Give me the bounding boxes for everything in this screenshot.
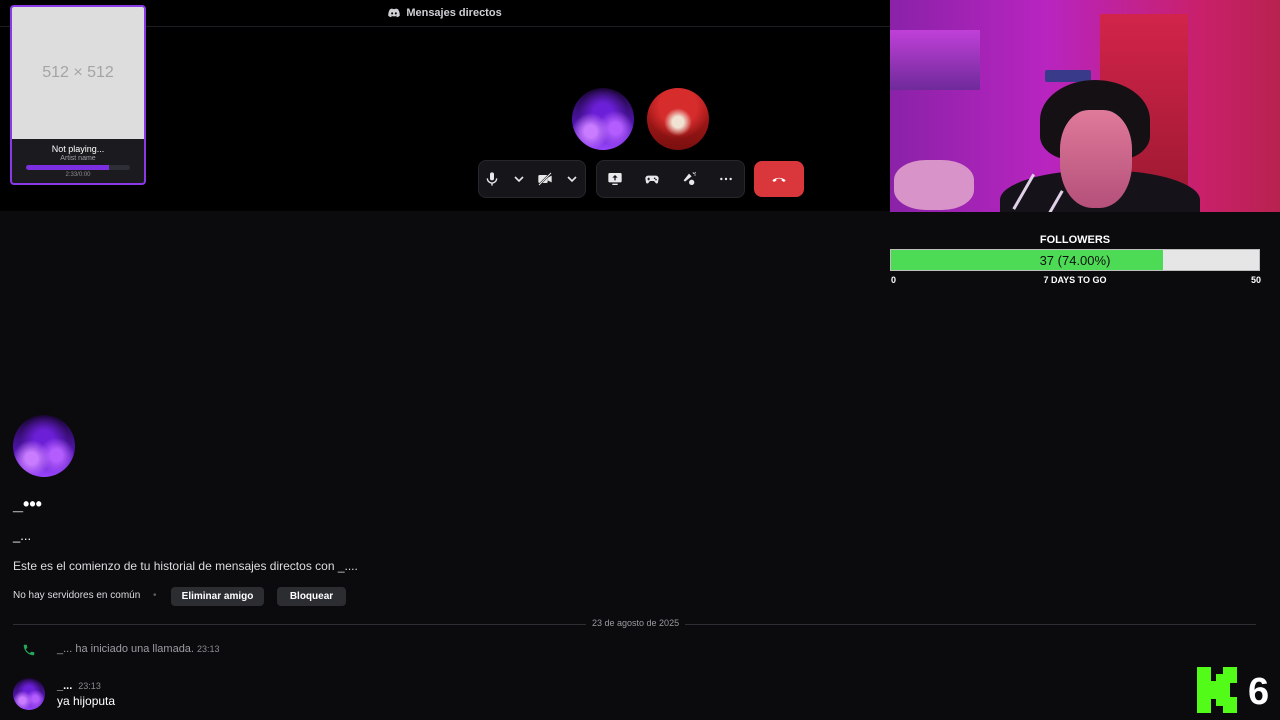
camera-off-icon — [538, 172, 552, 186]
soundboard-icon — [683, 171, 696, 185]
webcam-person-face — [1060, 110, 1132, 208]
message-header: _... 23:13 — [57, 680, 101, 692]
caret-down-icon — [567, 176, 577, 183]
phone-icon — [23, 644, 35, 656]
track-progress-fill — [26, 165, 110, 170]
track-title: Not playing... — [51, 144, 105, 154]
dm-display-name: _••• — [13, 494, 42, 514]
dm-header-title: Mensajes directos — [406, 7, 502, 19]
hangup-icon — [772, 177, 786, 182]
date-divider-label: 23 de agosto de 2025 — [586, 618, 686, 628]
activity-gamepad-icon — [645, 175, 659, 184]
microphone-button[interactable] — [479, 166, 505, 192]
dm-username: _... — [13, 528, 32, 543]
soundboard-button[interactable] — [676, 166, 702, 192]
hangup-button[interactable] — [754, 161, 804, 197]
followers-goal-bar: 37 (74.00%) — [890, 249, 1260, 271]
screen-share-icon — [608, 173, 623, 185]
dm-user-avatar[interactable] — [13, 415, 75, 477]
activities-button[interactable] — [639, 166, 665, 192]
more-icon — [719, 177, 732, 181]
followers-goal-max: 50 — [1250, 275, 1261, 285]
audio-video-controls — [478, 160, 586, 198]
kick-viewer-count: 6 — [1248, 671, 1270, 713]
mutual-servers-text: No hay servidores en común — [13, 590, 141, 601]
caret-down-icon — [514, 176, 524, 183]
message-timestamp: 23:13 — [78, 681, 101, 691]
camera-button[interactable] — [532, 166, 558, 192]
call-started-message: _... ha iniciado una llamada. 23:13 — [57, 643, 220, 655]
more-options-button[interactable] — [713, 166, 739, 192]
separator-dot: • — [153, 590, 157, 601]
remove-friend-button[interactable]: Eliminar amigo — [171, 587, 264, 606]
microphone-icon — [486, 172, 498, 186]
now-playing-widget: 512 × 512 Not playing... Artist name 2:3… — [10, 5, 146, 185]
album-cover-placeholder: 512 × 512 — [12, 7, 144, 139]
artist-name: Artist name — [60, 155, 96, 162]
message-text: ya hijoputa — [57, 694, 116, 708]
followers-goal-count: 37 (74.00%) — [1039, 252, 1111, 268]
call-started-text: _... ha iniciado una llamada. — [57, 643, 194, 655]
track-time: 2:33/0:00 — [65, 172, 91, 178]
kick-logo-icon — [1197, 667, 1237, 713]
message-author[interactable]: _... — [57, 680, 72, 692]
followers-goal-title: FOLLOWERS — [1039, 234, 1111, 246]
webcam-overlay — [890, 0, 1280, 212]
microphone-options-button[interactable] — [506, 166, 532, 192]
call-started-time: 23:13 — [196, 644, 220, 654]
dm-intro-text: Este es el comienzo de tu historial de m… — [13, 559, 358, 573]
followers-goal-days: 7 DAYS TO GO — [1043, 275, 1107, 285]
participant-avatar-red[interactable] — [647, 88, 709, 150]
activity-controls — [596, 160, 745, 198]
track-progress-bar — [26, 165, 130, 170]
camera-options-button[interactable] — [559, 166, 585, 192]
message-author-avatar[interactable] — [13, 678, 45, 710]
webcam-pillow — [894, 160, 974, 210]
webcam-shelf — [890, 30, 980, 90]
screen-share-button[interactable] — [602, 166, 628, 192]
participant-avatar-purple-flames[interactable] — [572, 88, 634, 150]
block-button[interactable]: Bloquear — [277, 587, 346, 606]
discord-icon — [388, 8, 401, 18]
